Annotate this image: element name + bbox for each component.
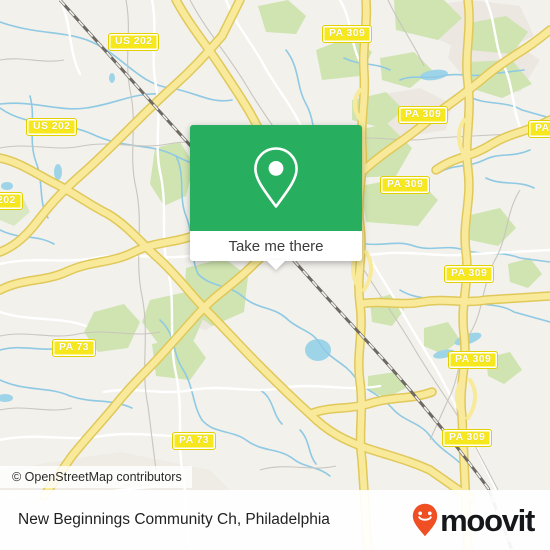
road-shield: PA 309 (442, 429, 493, 447)
road-shield: PA 309 (398, 106, 449, 124)
moovit-wordmark: moovit (440, 502, 535, 538)
moovit-map-screenshot: US 202 US 202 202 PA 309 PA 309 PA 309 P… (0, 0, 550, 550)
road-shield: PA 309 (448, 351, 499, 369)
map-pin-icon (254, 147, 298, 208)
road-shield: PA 309 (322, 25, 373, 43)
road-shield: PA 309 (380, 176, 431, 194)
road-shield: US 202 (108, 33, 160, 51)
road-shield: US 202 (26, 118, 78, 136)
road-shield: PA 309 (444, 265, 495, 283)
attribution-text: © OpenStreetMap contributors (12, 470, 182, 484)
popup-tail-pointer (266, 260, 286, 270)
popup-action-footer[interactable]: Take me there (190, 231, 362, 270)
place-name-label: New Beginnings Community Ch, Philadelphi… (18, 511, 330, 528)
road-shield: PA 73 (52, 339, 97, 357)
place-popup-card[interactable]: Take me there (190, 125, 362, 270)
moovit-pin-smiley-icon (412, 503, 438, 537)
bottom-info-bar: New Beginnings Community Ch, Philadelphi… (0, 490, 550, 550)
road-shield: PA 73 (172, 432, 217, 450)
road-shield: 202 (0, 192, 23, 210)
map-attribution[interactable]: © OpenStreetMap contributors (0, 466, 192, 488)
road-shield: PA (528, 120, 550, 138)
popup-image-panel (190, 125, 362, 231)
take-me-there-label: Take me there (228, 237, 324, 255)
moovit-logo[interactable]: moovit (412, 502, 535, 538)
